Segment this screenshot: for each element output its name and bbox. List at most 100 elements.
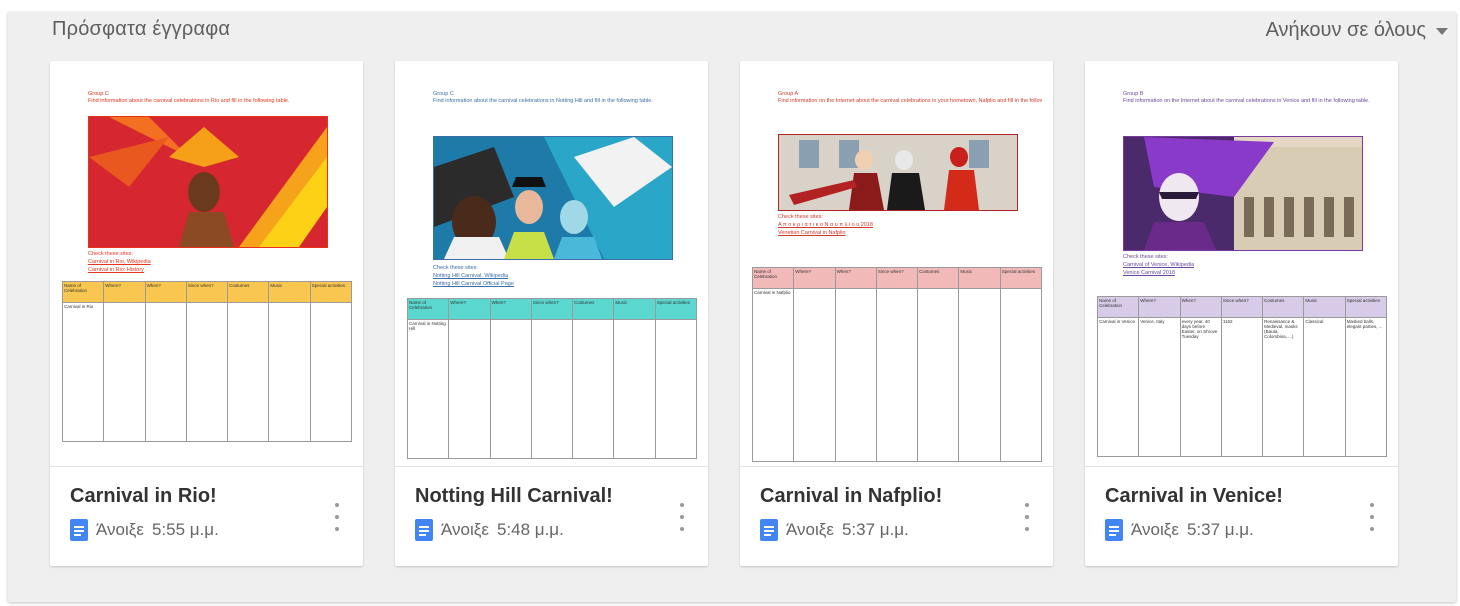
preview-table-header: Since when?: [1220, 296, 1264, 318]
google-docs-icon: [415, 519, 433, 541]
venice-carnival-photo: [1123, 136, 1363, 251]
preview-table-cell: 1162: [1220, 317, 1264, 457]
more-options-icon[interactable]: [676, 503, 688, 531]
preview-table: Name of Celebration Where? When? Since w…: [406, 298, 698, 459]
preview-instruction: Find information on the Internet about t…: [1123, 98, 1370, 104]
preview-table-header: Name of Celebration: [751, 267, 795, 289]
document-card-footer: Carnival in Venice! Άνοιξε 5:37 μ.μ.: [1085, 467, 1398, 566]
preview-group: Group C: [88, 91, 109, 97]
preview-link-1: Α π ο κ ρ ι ά τ ι κ ο Ν α υ π λ ί ο υ 20…: [778, 222, 873, 228]
document-meta: Άνοιξε 5:37 μ.μ.: [1105, 519, 1254, 541]
document-thumbnail[interactable]: Group C Find information about the carni…: [395, 61, 708, 467]
document-thumbnail[interactable]: Group B Find information on the Internet…: [1085, 61, 1398, 467]
preview-table-header: Where?: [793, 267, 836, 289]
opened-time: 5:37 μ.μ.: [1186, 520, 1254, 539]
opened-time: 5:37 μ.μ.: [841, 520, 909, 539]
preview-table-header: Name of Celebration: [1096, 296, 1140, 318]
preview-link-1: Carnival in Rio, Wikipedia: [88, 259, 151, 265]
preview-table-cell: Carnival in Notting Hill: [406, 319, 450, 459]
document-preview: Group C Find information about the carni…: [61, 91, 353, 463]
preview-table-cell: Renaissance & Medieval, masks (Bauta, Co…: [1262, 317, 1305, 457]
preview-table-header: When?: [834, 267, 877, 289]
preview-group: Group A: [778, 91, 799, 97]
preview-table-header: Costumes: [572, 298, 615, 320]
more-options-icon[interactable]: [1021, 503, 1033, 531]
preview-table-cell: Masked balls, elegant parties, ...: [1344, 317, 1388, 457]
document-card-notting-hill[interactable]: Group C Find information about the carni…: [395, 61, 708, 566]
document-card-nafplio[interactable]: Group A Find information on the Internet…: [740, 61, 1053, 566]
google-docs-icon: [70, 519, 88, 541]
document-card-footer: Carnival in Rio! Άνοιξε 5:55 μ.μ.: [50, 467, 363, 566]
preview-table-header: Costumes: [917, 267, 960, 289]
preview-links-heading: Check these sites:: [88, 251, 133, 257]
preview-table-header: Name of Celebration: [406, 298, 450, 320]
owner-filter-label: Ανήκουν σε όλους: [1265, 18, 1426, 41]
document-card-footer: Carnival in Nafplio! Άνοιξε 5:37 μ.μ.: [740, 467, 1053, 566]
document-preview: Group C Find information about the carni…: [406, 91, 698, 463]
google-docs-icon: [760, 519, 778, 541]
preview-table-header: Where?: [1138, 296, 1181, 318]
preview-table: Name of Celebration Where? When? Since w…: [1096, 296, 1388, 457]
preview-table-header: Where?: [103, 281, 146, 303]
preview-link-2: Carnival in Rio: History: [88, 267, 144, 273]
preview-links-heading: Check these sites:: [778, 214, 823, 220]
preview-table-header: Since when?: [185, 281, 229, 303]
preview-table-header: Name of Celebration: [61, 281, 105, 303]
document-meta: Άνοιξε 5:48 μ.μ.: [415, 519, 564, 541]
document-title[interactable]: Notting Hill Carnival!: [415, 485, 613, 508]
preview-table-header: Costumes: [227, 281, 270, 303]
document-thumbnail[interactable]: Group C Find information about the carni…: [50, 61, 363, 467]
preview-table-header: Music: [958, 267, 1001, 289]
preview-table-header: Since when?: [530, 298, 574, 320]
document-card-rio[interactable]: Group C Find information about the carni…: [50, 61, 363, 566]
document-title[interactable]: Carnival in Rio!: [70, 485, 217, 508]
preview-table-header: Music: [1303, 296, 1346, 318]
preview-link-2: Venice Carnival 2018: [1123, 270, 1175, 276]
preview-link-2: Venetian Carnival in Nafplio: [778, 230, 846, 236]
preview-table-cell: Carnival in Venice: [1096, 317, 1140, 457]
preview-table-header: Costumes: [1262, 296, 1305, 318]
preview-group: Group B: [1123, 91, 1144, 97]
preview-group: Group C: [433, 91, 454, 97]
opened-time: 5:48 μ.μ.: [496, 520, 564, 539]
document-title[interactable]: Carnival in Nafplio!: [760, 485, 942, 508]
document-card-venice[interactable]: Group B Find information on the Internet…: [1085, 61, 1398, 566]
preview-table-cell: Venice, Italy: [1138, 317, 1181, 457]
preview-table: Name of Celebration Where? When? Since w…: [751, 267, 1043, 462]
preview-table: Name of Celebration Where? When? Since w…: [61, 281, 353, 442]
nafplio-carnival-photo: [778, 134, 1018, 211]
preview-table-cell: Classical: [1303, 317, 1346, 457]
opened-label: Άνοιξε: [96, 520, 144, 539]
owner-filter-dropdown[interactable]: Ανήκουν σε όλους: [1266, 14, 1448, 46]
preview-table-cell: Carnival in Nafplio: [751, 288, 795, 462]
preview-link-1: Carnival of Venice, Wikipedia: [1123, 262, 1195, 268]
preview-table-header: When?: [1179, 296, 1222, 318]
preview-instruction: Find information on the Internet about t…: [778, 98, 1042, 104]
document-meta: Άνοιξε 5:55 μ.μ.: [70, 519, 219, 541]
preview-table-cell: Carnival in Rio: [61, 302, 105, 442]
opened-label: Άνοιξε: [441, 520, 489, 539]
preview-link-1: Notting Hill Carnival, Wikipedia: [433, 273, 509, 279]
caret-down-icon: [1436, 27, 1448, 35]
more-options-icon[interactable]: [331, 503, 343, 531]
notting-hill-carnival-photo: [433, 136, 673, 260]
rio-carnival-photo: [88, 116, 328, 248]
preview-table-header: When?: [144, 281, 187, 303]
preview-table-header: Special activities: [999, 267, 1043, 289]
document-title[interactable]: Carnival in Venice!: [1105, 485, 1283, 508]
document-card-footer: Notting Hill Carnival! Άνοιξε 5:48 μ.μ.: [395, 467, 708, 566]
opened-time: 5:55 μ.μ.: [151, 520, 219, 539]
preview-table-cell: every year, 40 days before Easter, on Sh…: [1179, 317, 1222, 457]
document-meta: Άνοιξε 5:37 μ.μ.: [760, 519, 909, 541]
preview-links-heading: Check these sites:: [433, 265, 478, 271]
preview-table-header: Music: [268, 281, 311, 303]
preview-table-header: Special activities: [309, 281, 353, 303]
preview-instruction: Find information about the carnival cele…: [88, 98, 290, 104]
preview-link-2: Notting Hill Carnival Official Page: [433, 281, 514, 287]
preview-links-heading: Check these sites:: [1123, 254, 1168, 260]
document-thumbnail[interactable]: Group A Find information on the Internet…: [740, 61, 1053, 467]
section-title: Πρόσφατα έγγραφα: [52, 18, 231, 40]
preview-table-header: Music: [613, 298, 656, 320]
preview-table-header: When?: [489, 298, 532, 320]
more-options-icon[interactable]: [1366, 503, 1378, 531]
